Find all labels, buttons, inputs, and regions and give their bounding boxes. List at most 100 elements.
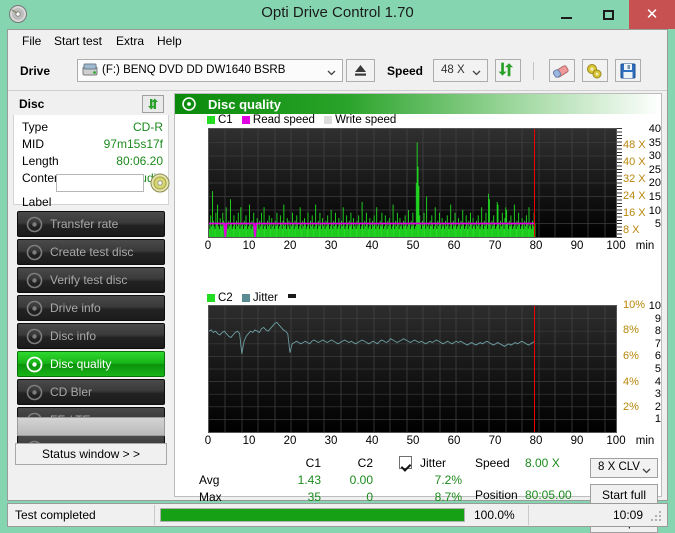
eject-button[interactable]: [346, 59, 375, 82]
panel-title: Disc quality: [208, 97, 281, 112]
c2-jitter-chart: C2 Jitter 10 9 8 7 6 5 4 3 2 1 10% 8% 6%…: [175, 292, 661, 452]
stats-header-c1: C1: [305, 456, 321, 470]
disc-icon: [26, 244, 43, 261]
stats-row-label-avg: Avg: [199, 473, 220, 487]
erase-button[interactable]: [549, 59, 575, 82]
drive-select[interactable]: (F:) BENQ DVD DD DW1640 BSRB: [77, 59, 343, 82]
c2-ytick-3: 3: [654, 388, 661, 401]
legend-label-c2: C2: [218, 292, 233, 304]
disc-icon: [26, 384, 43, 401]
app-window: Opti Drive Control 1.70 ✕ File Start tes…: [0, 0, 675, 533]
c1-chart-legend: C1 Read speed Write speed: [207, 114, 396, 126]
c1-ytick-40: 40: [648, 123, 661, 135]
maximize-button[interactable]: [587, 0, 629, 29]
stats-max-jitter: 8.7%: [434, 490, 462, 504]
c1-xtick-90: 90: [570, 240, 584, 252]
refresh-button[interactable]: [495, 59, 521, 82]
disc-key-mid: MID: [22, 137, 44, 151]
eraser-icon: [552, 65, 569, 78]
jitter-checkbox[interactable]: [399, 456, 412, 469]
c2-xtick-10: 10: [242, 435, 256, 447]
sidebar-item-create-test-disc[interactable]: Create test disc: [17, 239, 165, 265]
disc-icon: [26, 328, 43, 345]
sidebar-item-transfer-rate[interactable]: Transfer rate: [17, 211, 165, 237]
panel-header: Disc quality: [175, 94, 661, 114]
speed-value: 48 X: [441, 64, 465, 76]
sidebar-label-disc-info: Disc info: [50, 329, 97, 343]
sidebar-item-verify-test-disc[interactable]: Verify test disc: [17, 267, 165, 293]
sidebar-item-drive-info[interactable]: Drive info: [17, 295, 165, 321]
speed-select[interactable]: 48 X: [433, 59, 488, 82]
c1-xtick-60: 60: [447, 240, 461, 252]
disc-row-mid: MID 97m15s17f: [14, 137, 170, 154]
menu-start-test[interactable]: Start test: [48, 33, 108, 50]
disc-refresh-button[interactable]: [142, 95, 164, 113]
c1-xlabel: min: [635, 240, 655, 252]
disc-panel-title: Disc: [19, 97, 45, 111]
c2-chart-legend: C2 Jitter: [207, 292, 297, 304]
disc-icon: [26, 216, 43, 233]
close-button[interactable]: ✕: [629, 0, 675, 29]
menu-help[interactable]: Help: [151, 33, 188, 50]
left-panel: Disc Type CD-R MID 97m15s17f Length 80:0…: [13, 93, 171, 497]
progress-bar-fill: [161, 509, 464, 521]
c1-position-marker: [534, 129, 536, 237]
label-cd-button[interactable]: [149, 172, 171, 194]
menu-extra[interactable]: Extra: [110, 33, 150, 50]
sidebar-label-verify-test-disc: Verify test disc: [50, 273, 128, 287]
sidebar-label-disc-quality: Disc quality: [50, 357, 112, 371]
stats-avg-c2: 0.00: [349, 473, 373, 487]
clv-speed-select[interactable]: 8 X CLV: [590, 458, 658, 478]
legend-label-write-speed: Write speed: [335, 114, 397, 126]
c2-ytick-5: 5: [654, 363, 661, 375]
stats-max-c2: 0: [366, 490, 373, 504]
label-input[interactable]: [56, 174, 144, 192]
minimize-button[interactable]: [545, 0, 587, 29]
sidebar-item-disc-info[interactable]: Disc info: [17, 323, 165, 349]
stats-header-c2: C2: [357, 456, 373, 470]
c2-xtick-50: 50: [406, 435, 420, 447]
stats-avg-c1: 1.43: [297, 473, 321, 487]
drive-icon: [82, 63, 98, 78]
maximize-icon: [602, 9, 614, 20]
c1-right-tick-32x: 32 X: [623, 173, 646, 185]
status-window-button[interactable]: Status window > >: [15, 443, 167, 465]
tools-button[interactable]: [582, 59, 608, 82]
c1-xtick-70: 70: [488, 240, 502, 252]
c1-right-tick-16x: 16 X: [623, 207, 646, 219]
c2-right-tick-4pct: 4%: [623, 376, 639, 388]
menu-file[interactable]: File: [16, 33, 47, 50]
speed-label: Speed: [387, 64, 424, 78]
sidebar-label-transfer-rate: Transfer rate: [50, 217, 119, 231]
resize-grip[interactable]: [651, 511, 663, 523]
c1-plot-area: [208, 128, 617, 238]
c2-plot-svg: [208, 306, 616, 432]
c2-ytick-1: 1: [654, 413, 661, 426]
position-stat-label: Position: [475, 488, 518, 502]
toolbar-separator: [533, 62, 534, 80]
c1-chart: C1 Read speed Write speed 40 35 30 25 20…: [175, 114, 661, 269]
status-separator-1: [154, 505, 155, 525]
disc-key-label: Label: [22, 195, 52, 209]
c2-right-tick-6pct: 6%: [623, 350, 639, 362]
stats-max-c1: 35: [307, 490, 321, 504]
save-button[interactable]: [615, 59, 641, 82]
sidebar-label-create-test-disc: Create test disc: [50, 245, 134, 259]
c2-xtick-60: 60: [447, 435, 461, 447]
legend-swatch-read-speed: [241, 116, 250, 124]
menu-bar: File Start test Extra Help: [8, 30, 667, 52]
legend-swatch-write-speed: [324, 116, 333, 124]
sidebar-item-disc-quality[interactable]: Disc quality: [17, 351, 165, 377]
c2-xtick-30: 30: [324, 435, 338, 447]
chevron-down-icon: [642, 464, 651, 474]
position-stat-value: 80:05.00: [525, 488, 572, 502]
sidebar-item-cd-bler[interactable]: CD Bler: [17, 379, 165, 405]
nav-filler: [17, 417, 165, 436]
close-icon: ✕: [645, 6, 659, 23]
c1-xtick-0: 0: [204, 240, 212, 252]
progress-percent: 100.0%: [474, 508, 515, 522]
tools-icon: [587, 64, 602, 79]
c2-right-tick-10pct: 10%: [623, 299, 646, 311]
c2-position-marker: [534, 306, 536, 432]
disc-row-type: Type CD-R: [14, 120, 170, 137]
